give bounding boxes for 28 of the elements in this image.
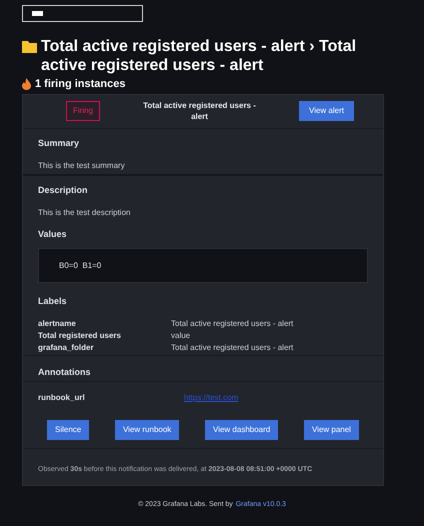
label-key: Total registered users — [38, 330, 171, 342]
page-title: Total active registered users - alert › Total active registered users - alert — [41, 37, 358, 75]
annotation-key: runbook_url — [38, 392, 184, 404]
section-heading: Values — [38, 228, 68, 240]
runbook-link[interactable]: https://test.com — [184, 392, 238, 404]
action-button[interactable]: Silence — [47, 420, 90, 440]
label-key: alertname — [38, 318, 171, 330]
action-button[interactable]: View dashboard — [205, 420, 278, 440]
alert-name: Total active registered users - alert — [142, 100, 257, 122]
firing-count: 1 firing instances — [35, 77, 126, 92]
section-heading: Labels — [38, 295, 68, 308]
flame-icon — [22, 78, 31, 90]
section-heading: Summary — [38, 136, 80, 150]
section-text: This is the test summary — [38, 160, 126, 172]
values-box: B0=0 B1=0 — [38, 248, 368, 283]
label-key: grafana_folder — [38, 342, 171, 354]
label-value: value — [171, 330, 190, 342]
status-badge: Firing — [66, 101, 100, 121]
folder-icon — [22, 40, 37, 53]
section-text: This is the test description — [38, 206, 132, 218]
action-button[interactable]: View runbook — [114, 420, 180, 440]
logo-icon — [32, 11, 43, 16]
view-alert-button[interactable]: View alert — [299, 101, 354, 121]
section-heading: Description — [38, 184, 89, 197]
section-heading: Annotations — [38, 366, 92, 378]
label-value: Total active registered users - alert — [171, 342, 294, 354]
label-value: Total active registered users - alert — [171, 318, 294, 330]
action-button[interactable]: View panel — [304, 420, 359, 440]
